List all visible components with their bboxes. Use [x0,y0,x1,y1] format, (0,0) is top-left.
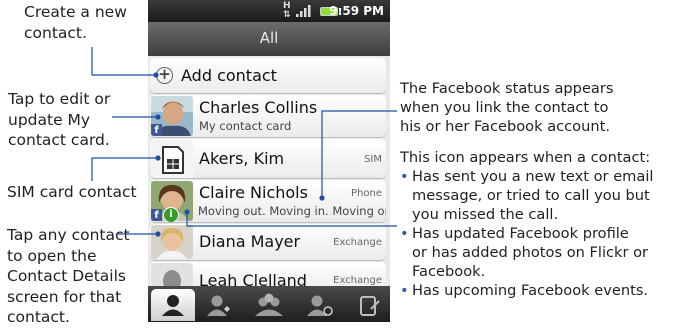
bullet-item: Has upcoming Facebook events. [400,281,653,300]
people-tab-icon [162,295,184,316]
contact-source-tag: Phone [351,188,382,199]
bullet-item: Has updated Facebook profile or has adde… [400,224,653,281]
contact-source-tag: SIM [364,154,382,165]
tab-all-people[interactable] [151,289,195,321]
contact-facebook-status: Moving out. Moving in. Moving on [198,204,386,218]
call-history-tab-icon [307,295,333,316]
callout-icon-bullets: Has sent you a new text or email message… [400,167,653,300]
callout-sim-contact: SIM card contact [7,183,137,201]
add-contact-button[interactable]: + Add contact [150,58,386,93]
add-icon: + [156,67,173,84]
sim-card-icon [151,140,193,178]
bottom-tab-bar [148,286,390,322]
leader-create-contact [91,47,156,76]
favorites-tab-icon [207,295,230,316]
tab-call-history[interactable] [297,289,341,321]
callout-open-details: Tap any contact to open the Contact Deta… [7,226,130,326]
title-bar: All [148,22,390,56]
contact-row-diana-mayer[interactable]: Diana Mayer Exchange [150,224,386,260]
notification-icon: i [163,207,179,222]
tab-groups[interactable] [247,289,291,321]
contact-subtitle: My contact card [199,119,292,133]
status-bar: H ⇅ 9:59 PM [148,0,390,22]
bullet-item: Has sent you a new text or email message… [400,167,653,224]
phone-screen: H ⇅ 9:59 PM All + Add contact f Charles … [148,0,390,322]
tab-favorites[interactable] [197,289,241,321]
contact-row-claire-nichols[interactable]: f i Claire Nichols Phone Moving out. Mov… [150,180,386,222]
signal-icon [296,5,311,17]
network-h-icon: H ⇅ [283,1,291,20]
add-contact-label: Add contact [181,66,277,85]
contact-name: Diana Mayer [199,232,301,251]
callout-icon-intro: This icon appears when a contact: [400,149,651,166]
contact-row-charles-collins[interactable]: f Charles Collins My contact card [150,95,386,137]
status-time: 9:59 PM [329,4,384,18]
contact-row-akers-kim[interactable]: Akers, Kim SIM [150,139,386,178]
avatar [151,225,193,259]
contact-source-tag: Exchange [333,237,382,248]
callout-create-contact: Create a new contact. [24,3,127,42]
contact-list[interactable]: + Add contact f Charles Collins My conta… [148,56,390,292]
contact-name: Charles Collins [199,98,318,117]
callout-facebook-status: The Facebook status appears when you lin… [400,80,614,135]
tab-updates[interactable] [347,289,390,321]
updates-tab-icon [360,296,380,316]
avatar: f [151,96,193,136]
facebook-icon: f [151,124,162,136]
contact-source-tag: Exchange [333,275,382,286]
page-title: All [259,29,279,47]
facebook-icon: f [151,209,162,221]
callout-edit-my-card: Tap to edit or update My contact card. [8,90,111,149]
contact-name: Akers, Kim [199,149,285,168]
contact-name: Claire Nichols [199,183,308,202]
groups-tab-icon [255,293,283,316]
